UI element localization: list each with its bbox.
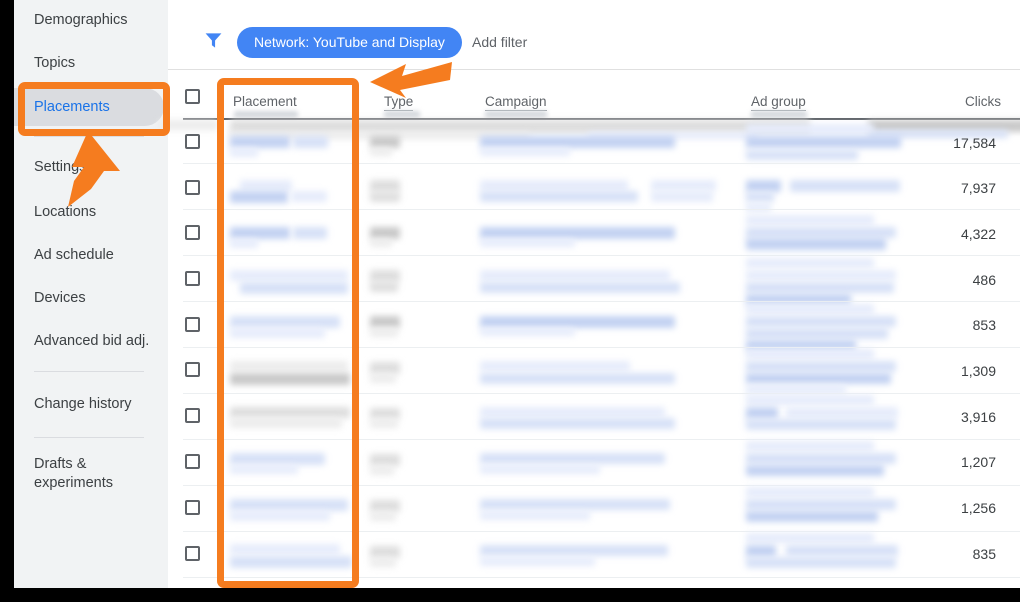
cell-clicks: 1,256 bbox=[960, 500, 996, 516]
sidebar-item-placements[interactable]: Placements bbox=[14, 88, 164, 126]
row-checkbox[interactable] bbox=[185, 362, 200, 377]
sidebar-item-advanced-bid-adj[interactable]: Advanced bid adj. bbox=[14, 332, 168, 350]
cell-clicks: 4,322 bbox=[960, 226, 996, 242]
sidebar-item-label: Ad schedule bbox=[34, 247, 114, 263]
cell-clicks: 835 bbox=[972, 546, 996, 562]
placements-table: Placement Type Campaign Ad group Clicks bbox=[158, 70, 1020, 588]
sidebar-divider bbox=[34, 136, 144, 137]
cell-clicks: 7,937 bbox=[960, 180, 996, 196]
sidebar-item-label: Devices bbox=[34, 290, 86, 306]
sidebar-divider bbox=[34, 371, 144, 372]
cell-clicks: 853 bbox=[972, 317, 996, 333]
sidebar-item-label: Change history bbox=[34, 396, 132, 412]
sidebar-item-drafts-experiments[interactable]: Drafts & experiments bbox=[14, 455, 129, 493]
cell-clicks: 486 bbox=[972, 272, 996, 288]
sidebar-item-devices[interactable]: Devices bbox=[14, 289, 168, 307]
sidebar-item-demographics[interactable]: Demographics bbox=[14, 11, 168, 29]
row-checkbox[interactable] bbox=[185, 134, 200, 149]
row-checkbox[interactable] bbox=[185, 180, 200, 195]
row-checkbox[interactable] bbox=[185, 271, 200, 286]
sidebar-item-label: Drafts & experiments bbox=[34, 456, 113, 491]
row-checkbox[interactable] bbox=[185, 317, 200, 332]
sidebar-item-change-history[interactable]: Change history bbox=[14, 395, 168, 413]
column-header-label: Type bbox=[384, 94, 414, 111]
sidebar-item-label: Demographics bbox=[34, 12, 128, 28]
column-header-redacted-sublabel bbox=[751, 111, 807, 118]
row-checkbox[interactable] bbox=[185, 500, 200, 515]
column-header-label: Clicks bbox=[965, 94, 1001, 109]
row-checkbox[interactable] bbox=[185, 225, 200, 240]
column-header-redacted-sublabel bbox=[384, 111, 420, 118]
cell-clicks: 1,207 bbox=[960, 454, 996, 470]
sidebar-item-locations[interactable]: Locations bbox=[14, 203, 168, 221]
sidebar-item-label: Advanced bid adj. bbox=[34, 333, 150, 349]
sidebar-item-label: Settings bbox=[34, 159, 87, 175]
row-checkbox[interactable] bbox=[185, 546, 200, 561]
cell-clicks: 1,309 bbox=[960, 363, 996, 379]
row-checkbox[interactable] bbox=[185, 454, 200, 469]
column-header-clicks[interactable]: Clicks bbox=[868, 70, 1020, 122]
active-filter-chip[interactable]: Network: YouTube and Display bbox=[237, 27, 462, 58]
add-filter-button[interactable]: Add filter bbox=[472, 27, 527, 58]
sidebar-item-topics[interactable]: Topics bbox=[14, 54, 168, 72]
filter-bar: Network: YouTube and Display Add filter bbox=[168, 0, 1020, 70]
sidebar-item-label: Placements bbox=[34, 99, 110, 115]
column-header-redacted-sublabel bbox=[485, 111, 547, 118]
column-header-label: Campaign bbox=[485, 94, 547, 111]
cell-clicks: 3,916 bbox=[960, 409, 996, 425]
column-header-ad-group[interactable]: Ad group bbox=[168, 70, 807, 122]
app-window: Demographics Topics Placements Settings … bbox=[14, 0, 1020, 588]
sidebar-divider bbox=[34, 437, 144, 438]
main-content: Network: YouTube and Display Add filter … bbox=[158, 0, 1020, 588]
filter-funnel-icon[interactable] bbox=[203, 31, 224, 50]
sidebar-item-label: Locations bbox=[34, 204, 97, 220]
sidebar-item-ad-schedule[interactable]: Ad schedule bbox=[14, 246, 168, 264]
column-header-label: Ad group bbox=[751, 94, 806, 111]
left-sidebar: Demographics Topics Placements Settings … bbox=[14, 0, 168, 588]
sidebar-item-settings[interactable]: Settings bbox=[14, 158, 168, 176]
sidebar-item-label: Topics bbox=[34, 55, 76, 71]
row-checkbox[interactable] bbox=[185, 408, 200, 423]
cell-clicks: 17,584 bbox=[953, 135, 996, 151]
